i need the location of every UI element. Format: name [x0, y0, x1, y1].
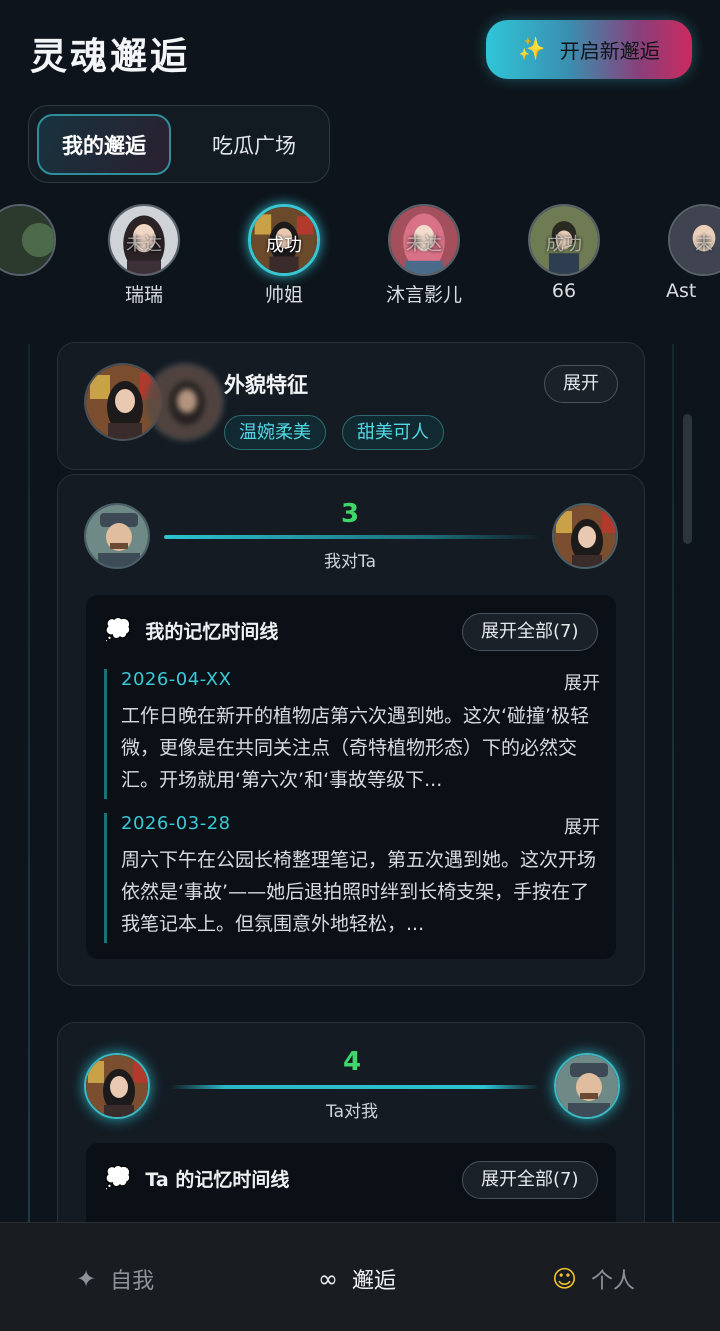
status-badge: 成功	[266, 235, 302, 256]
affinity-bar	[164, 535, 544, 539]
memory-timeline: 💭 我的记忆时间线 展开全部(7) 2026-04-XX 展开 工作日晚在新开的…	[86, 595, 616, 959]
infinity-icon: ∞	[318, 1265, 338, 1293]
divider	[28, 344, 30, 1224]
timeline-title: Ta 的记忆时间线	[145, 1169, 290, 1191]
timeline-entry: 2026-03-28 展开 周六下午在公园长椅整理笔记，第五次遇到她。这次开场依…	[104, 813, 600, 943]
status-badge: 未	[695, 234, 713, 255]
contact-name: 瑞瑞	[124, 284, 163, 306]
affinity-score: 3	[340, 499, 360, 529]
nav-label: 自我	[110, 1269, 155, 1294]
tab-gossip-square[interactable]: 吃瓜广场	[189, 114, 319, 175]
contact-name: 66	[551, 280, 577, 302]
contact-item[interactable]: 未达 沐言影儿	[364, 200, 484, 307]
timeline-header: 💭 我的记忆时间线	[104, 617, 278, 644]
relation-label: Ta对我	[326, 1102, 378, 1122]
smile-icon: ☺	[552, 1265, 578, 1293]
nav-self[interactable]: ✦ 自我	[76, 1263, 154, 1295]
entry-date: 2026-03-28	[121, 813, 231, 834]
nav-label: 个人	[591, 1269, 636, 1294]
avatar: 未达	[108, 204, 180, 276]
scrollbar[interactable]	[683, 414, 692, 544]
avatar: 成功	[528, 204, 600, 276]
relation-label: 我对Ta	[324, 552, 376, 572]
nav-label: 邂逅	[352, 1269, 397, 1294]
nav-profile[interactable]: ☺ 个人	[552, 1263, 635, 1295]
appearance-expand-button[interactable]: 展开	[544, 365, 618, 403]
divider	[672, 344, 674, 1224]
timeline-header: 💭 Ta 的记忆时间线	[104, 1165, 289, 1192]
thought-bubble-icon: 💭	[104, 1166, 132, 1191]
avatar-blurred	[146, 363, 224, 441]
page-title: 灵魂邂逅	[30, 35, 190, 78]
contact-carousel[interactable]: 未达 瑞瑞 成功 帅姐 未达 沐言影儿 成功 66 未 Ast	[0, 200, 720, 310]
entry-date: 2026-04-XX	[121, 669, 232, 690]
appearance-title: 外貌特征	[224, 373, 308, 397]
entry-expand-button[interactable]: 展开	[564, 669, 600, 695]
contact-avatar-partial[interactable]	[0, 200, 80, 276]
contact-item[interactable]: 成功 66	[504, 200, 624, 302]
avatar: 未达	[388, 204, 460, 276]
my-avatar	[84, 503, 150, 569]
trait-tag: 温婉柔美	[224, 415, 326, 450]
sparkle-icon: ✦	[76, 1265, 97, 1293]
sparkle-icon: ✨	[518, 37, 546, 62]
contact-item[interactable]: 未达 瑞瑞	[84, 200, 204, 307]
entry-expand-button[interactable]: 展开	[564, 813, 600, 839]
entry-text: 工作日晚在新开的植物店第六次遇到她。这次‘碰撞’极轻微，更像是在共同关注点（奇特…	[121, 705, 590, 791]
ta-avatar	[84, 1053, 150, 1119]
expand-all-button[interactable]: 展开全部(7)	[462, 1161, 598, 1199]
timeline-title: 我的记忆时间线	[145, 621, 279, 643]
thought-bubble-icon: 💭	[104, 618, 132, 643]
expand-all-button[interactable]: 展开全部(7)	[462, 613, 598, 651]
status-badge: 未达	[406, 234, 442, 255]
status-badge: 成功	[546, 234, 582, 255]
appearance-card: 外貌特征 温婉柔美 甜美可人 展开	[57, 342, 645, 470]
contact-name: 帅姐	[264, 284, 303, 306]
nav-encounter[interactable]: ∞ 邂逅	[318, 1263, 396, 1295]
contact-name: Ast	[666, 280, 697, 302]
status-badge: 未达	[126, 234, 162, 255]
app-screen: 灵魂邂逅 ✨ 开启新邂逅 我的邂逅 吃瓜广场 未达 瑞瑞 成功 帅姐 未达 沐言…	[0, 0, 720, 1331]
affinity-score: 4	[342, 1047, 362, 1077]
ta-avatar	[552, 503, 618, 569]
avatar: 成功	[248, 204, 320, 276]
entry-text: 周六下午在公园长椅整理笔记，第五次遇到她。这次开场依然是‘事故’——她后退拍照时…	[121, 849, 597, 935]
avatar: 未	[668, 204, 720, 276]
timeline-entry: 2026-04-XX 展开 工作日晚在新开的植物店第六次遇到她。这次‘碰撞’极轻…	[104, 669, 600, 799]
tab-switcher: 我的邂逅 吃瓜广场	[28, 105, 330, 183]
bottom-nav: ✦ 自我 ∞ 邂逅 ☺ 个人	[0, 1222, 720, 1331]
my-relation-card: 3 我对Ta 💭 我的记忆时间线 展开全部(7) 2026-04-XX 展开 工…	[57, 474, 645, 986]
affinity-bar	[170, 1085, 540, 1089]
contact-item[interactable]: 未 Ast	[644, 200, 720, 302]
tab-my-encounters[interactable]: 我的邂逅	[37, 114, 171, 175]
trait-tag: 甜美可人	[342, 415, 444, 450]
new-encounter-button[interactable]: ✨ 开启新邂逅	[486, 20, 692, 79]
contact-name: 沐言影儿	[385, 284, 462, 306]
my-avatar	[554, 1053, 620, 1119]
new-encounter-label: 开启新邂逅	[559, 39, 660, 63]
contact-item-selected[interactable]: 成功 帅姐	[224, 200, 344, 307]
